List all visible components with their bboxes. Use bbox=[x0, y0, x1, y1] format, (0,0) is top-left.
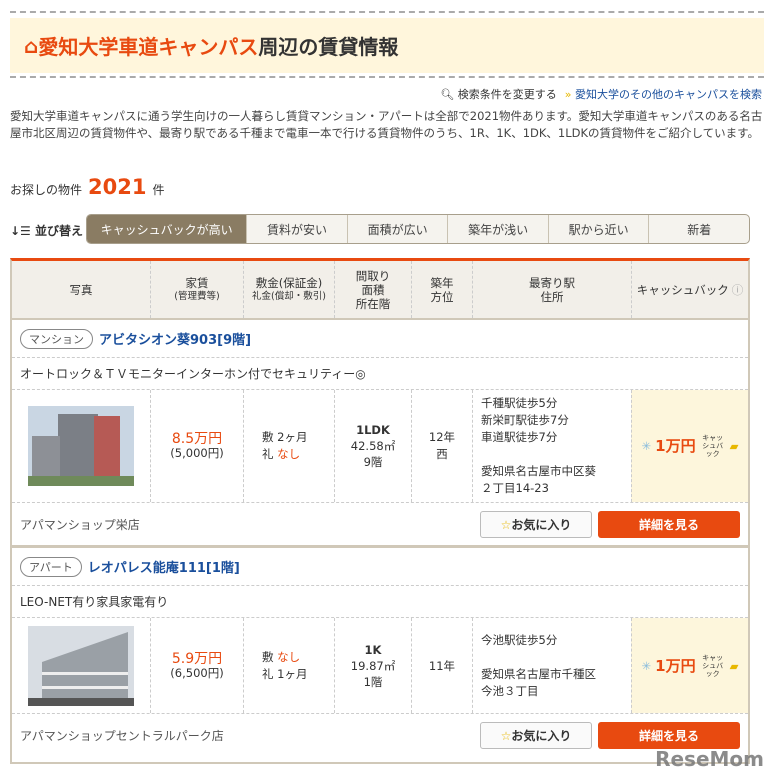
star-icon: ☆ bbox=[500, 517, 512, 532]
sparkle-icon: ✳ bbox=[641, 658, 652, 673]
change-search-link[interactable]: 🔍︎ 検索条件を変更する bbox=[440, 86, 556, 102]
table-header: 写真 家賃 (管理費等) 敷金(保証金) 礼金(償却・敷引) 間取り 面積 所在階 築年… bbox=[12, 261, 748, 320]
sort-tabs: キャッシュバックが高い 賃料が安い 面積が広い 築年が浅い 駅から近い 新着 bbox=[86, 214, 750, 244]
sort-age[interactable]: 築年が浅い bbox=[447, 215, 548, 243]
sort-new[interactable]: 新着 bbox=[648, 215, 749, 243]
home-icon: ⌂ bbox=[24, 33, 39, 58]
divider bbox=[10, 11, 764, 13]
watermark-logo: ReseMom bbox=[655, 747, 764, 771]
sort-station[interactable]: 駅から近い bbox=[547, 215, 649, 243]
detail-button[interactable]: 詳細を見る bbox=[598, 722, 740, 749]
col-age: 築年 方位 bbox=[411, 261, 472, 318]
coin-icon: ▰ bbox=[729, 439, 739, 453]
property-link[interactable]: アビタシオン葵903[9階] bbox=[99, 329, 251, 348]
type-badge: アパート bbox=[20, 556, 82, 577]
shop-name: アパマンショップ栄店 bbox=[20, 517, 140, 532]
sort-rent[interactable]: 賃料が安い bbox=[246, 215, 347, 243]
sort-cashback[interactable]: キャッシュバックが高い bbox=[87, 215, 247, 243]
star-icon: ☆ bbox=[500, 728, 512, 743]
listing-item: アパート レオパレス能庵111[1階] LEO-NET有り家具家電有り 5.9万円… bbox=[12, 548, 748, 756]
col-rent: 家賃 (管理費等) bbox=[150, 261, 243, 318]
col-layout: 間取り 面積 所在階 bbox=[334, 261, 411, 318]
coin-icon: ▰ bbox=[729, 658, 739, 673]
help-icon[interactable]: ⓘ bbox=[732, 283, 744, 297]
sort-area[interactable]: 面積が広い bbox=[346, 215, 448, 243]
intro-text: 愛知大学車道キャンパスに通う学生向けの一人暮らし賃貸マンション・アパートは全部で… bbox=[10, 109, 763, 140]
col-deposit: 敷金(保証金) 礼金(償却・敷引) bbox=[243, 261, 334, 318]
chevron-right-icon: » bbox=[564, 88, 572, 101]
favorite-button[interactable]: ☆ お気に入り bbox=[480, 722, 592, 749]
search-icon: 🔍︎ bbox=[440, 88, 455, 101]
divider bbox=[10, 76, 764, 78]
property-photo[interactable] bbox=[28, 406, 134, 486]
property-description: LEO-NET有り家具家電有り bbox=[12, 586, 748, 618]
shop-name: アパマンショップセントラルパーク店 bbox=[20, 728, 224, 743]
listing-table: 写真 家賃 (管理費等) 敷金(保証金) 礼金(償却・敷引) 間取り 面積 所在階 築年… bbox=[10, 258, 750, 764]
detail-button[interactable]: 詳細を見る bbox=[598, 511, 740, 538]
page-title: ⌂ 愛知大学車道キャンパス 周辺の賃貸情報 bbox=[10, 18, 764, 73]
property-link[interactable]: レオパレス能庵111[1階] bbox=[88, 557, 240, 576]
property-description: オートロック＆ＴＶモニターインターホン付でセキュリティー◎ bbox=[12, 358, 748, 390]
type-badge: マンション bbox=[20, 328, 93, 349]
sparkle-icon: ✳ bbox=[641, 439, 652, 453]
col-station: 最寄り駅 住所 bbox=[472, 261, 631, 318]
listing-item: マンション アビタシオン葵903[9階] オートロック＆ＴＶモニターインターホン付… bbox=[12, 320, 748, 545]
property-photo[interactable] bbox=[28, 625, 134, 706]
result-count: お探しの物件 2021 件 bbox=[10, 175, 165, 199]
col-cashback: キャッシュバック ⓘ bbox=[631, 261, 748, 318]
other-campus-link[interactable]: » 愛知大学のその他のキャンパスを検索 bbox=[565, 86, 762, 102]
sort-label: ↓☰ 並び替え bbox=[10, 224, 84, 238]
col-photo: 写真 bbox=[69, 282, 93, 297]
sort-icon: ↓☰ bbox=[10, 224, 31, 238]
favorite-button[interactable]: ☆ お気に入り bbox=[480, 511, 592, 538]
